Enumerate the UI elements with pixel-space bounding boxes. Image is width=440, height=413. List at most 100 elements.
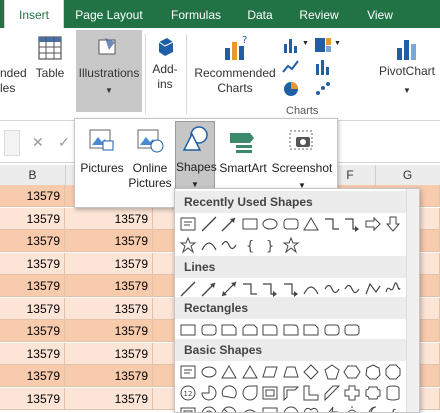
frame-shape-icon[interactable] — [261, 384, 279, 402]
tri-shape-icon[interactable] — [220, 363, 238, 381]
recommended-pivottables-button[interactable]: nded les — [0, 66, 28, 96]
bevel-shape-icon[interactable] — [179, 405, 197, 412]
elbowarrow-shape-icon[interactable] — [261, 280, 279, 298]
star-shape-icon[interactable] — [282, 236, 300, 254]
tab-view[interactable]: View — [358, 0, 402, 28]
scribble-shape-icon[interactable] — [384, 280, 402, 298]
curve-shape-icon[interactable] — [200, 236, 218, 254]
chord-shape-icon[interactable] — [220, 384, 238, 402]
confirm-icon[interactable]: ✓ — [58, 134, 70, 151]
hierarchy-chart-icon[interactable] — [314, 36, 332, 54]
smiley-shape-icon[interactable] — [282, 405, 300, 412]
line-shape-icon[interactable] — [179, 280, 197, 298]
grid-cell[interactable]: 13579 — [0, 275, 65, 297]
rarrow-shape-icon[interactable] — [364, 215, 382, 233]
recommended-charts-button[interactable]: ? Recommended Charts — [192, 34, 278, 108]
roundsnip-shape-icon[interactable] — [261, 321, 279, 339]
online-pictures-button[interactable]: Online Pictures — [127, 121, 173, 203]
tab-formulas[interactable]: Formulas — [160, 0, 232, 28]
line-chart-icon[interactable] — [282, 58, 300, 76]
grid-cell[interactable]: 13579 — [0, 207, 65, 230]
hex-shape-icon[interactable] — [343, 363, 361, 381]
plus-shape-icon[interactable] — [343, 384, 361, 402]
grid-cell[interactable]: 13579 — [65, 387, 153, 410]
circled-shape-icon[interactable]: 12 — [179, 384, 197, 402]
pie-shape-icon[interactable] — [200, 384, 218, 402]
teardrop-shape-icon[interactable] — [241, 384, 259, 402]
plaque-shape-icon[interactable] — [364, 384, 382, 402]
statistic-chart-icon[interactable] — [314, 58, 332, 76]
tab-data[interactable]: Data — [240, 0, 280, 28]
grid-cell[interactable]: 13579 — [65, 275, 153, 297]
rect-shape-icon[interactable] — [179, 321, 197, 339]
grid-cell[interactable]: 13579 — [0, 252, 65, 275]
hept-shape-icon[interactable] — [364, 363, 382, 381]
oct-shape-icon[interactable] — [384, 363, 402, 381]
grid-cell[interactable]: 13579 — [0, 230, 65, 252]
scatter-chart-icon[interactable] — [314, 80, 332, 98]
illustrations-button[interactable]: Illustrations ▼ — [76, 30, 142, 112]
blockarc-shape-icon[interactable] — [241, 405, 259, 412]
cancel-icon[interactable]: ✕ — [32, 134, 44, 151]
grid-cell[interactable]: 13579 — [0, 387, 65, 410]
column-header-g[interactable]: G — [375, 165, 440, 185]
curve-shape-icon[interactable] — [302, 280, 320, 298]
moon-shape-icon[interactable] — [364, 405, 382, 412]
foldcorner-shape-icon[interactable] — [261, 405, 279, 412]
trap-shape-icon[interactable] — [282, 363, 300, 381]
pivotchart-button[interactable]: PivotChart ▼ — [374, 34, 440, 108]
arrow-shape-icon[interactable] — [220, 215, 238, 233]
halfframe-shape-icon[interactable] — [282, 384, 300, 402]
bolt-shape-icon[interactable] — [323, 405, 341, 412]
para-shape-icon[interactable] — [261, 363, 279, 381]
brace-shape-icon[interactable]: { — [384, 405, 402, 412]
textbox-shape-icon[interactable] — [179, 215, 197, 233]
grid-cell[interactable]: 13579 — [65, 252, 153, 275]
dblarrow-shape-icon[interactable] — [220, 280, 238, 298]
roundsnip-shape-icon[interactable] — [282, 321, 300, 339]
rrect-shape-icon[interactable] — [343, 321, 361, 339]
diagstripe-shape-icon[interactable] — [323, 384, 341, 402]
addins-button[interactable]: Add- ins — [148, 34, 182, 108]
rect-shape-icon[interactable] — [241, 215, 259, 233]
gallery-scrollbar[interactable] — [406, 189, 419, 412]
textbox-shape-icon[interactable] — [179, 363, 197, 381]
tab-review[interactable]: Review — [292, 0, 346, 28]
oval-shape-icon[interactable] — [261, 215, 279, 233]
arrow-shape-icon[interactable] — [200, 280, 218, 298]
grid-cell[interactable]: 13579 — [0, 185, 65, 207]
snip2-shape-icon[interactable] — [241, 321, 259, 339]
snip-shape-icon[interactable] — [220, 321, 238, 339]
scurve-shape-icon[interactable] — [220, 236, 238, 254]
grid-cell[interactable]: 13579 — [65, 230, 153, 252]
freeform-shape-icon[interactable] — [364, 280, 382, 298]
rrect-shape-icon[interactable] — [323, 321, 341, 339]
oval-shape-icon[interactable] — [200, 363, 218, 381]
line-shape-icon[interactable] — [200, 215, 218, 233]
darrow-shape-icon[interactable] — [384, 215, 402, 233]
scurve-shape-icon[interactable] — [343, 280, 361, 298]
grid-cell[interactable]: 13579 — [65, 207, 153, 230]
pent-shape-icon[interactable] — [323, 363, 341, 381]
rrect-shape-icon[interactable] — [200, 321, 218, 339]
brace-shape-icon[interactable]: { — [241, 236, 259, 254]
pie-chart-icon[interactable] — [282, 80, 300, 98]
grid-cell[interactable]: 13579 — [65, 320, 153, 342]
elbowarrow-shape-icon[interactable] — [343, 215, 361, 233]
column-header-b[interactable]: B — [0, 165, 66, 185]
elbowarrow-shape-icon[interactable] — [282, 280, 300, 298]
can-shape-icon[interactable] — [384, 384, 402, 402]
donut-shape-icon[interactable] — [200, 405, 218, 412]
lshape-shape-icon[interactable] — [302, 384, 320, 402]
grid-cell[interactable]: 13579 — [65, 297, 153, 320]
column-chart-icon[interactable] — [282, 36, 300, 54]
brace2-shape-icon[interactable]: } — [261, 236, 279, 254]
diamond-shape-icon[interactable] — [302, 363, 320, 381]
snip-shape-icon[interactable] — [302, 321, 320, 339]
table-button[interactable]: Table — [32, 34, 68, 104]
elbow-shape-icon[interactable] — [241, 280, 259, 298]
grid-cell[interactable]: 13579 — [65, 365, 153, 387]
tab-page-layout[interactable]: Page Layout — [70, 0, 148, 28]
grid-cell[interactable]: 13579 — [0, 297, 65, 320]
grid-cell[interactable]: 13579 — [0, 320, 65, 342]
